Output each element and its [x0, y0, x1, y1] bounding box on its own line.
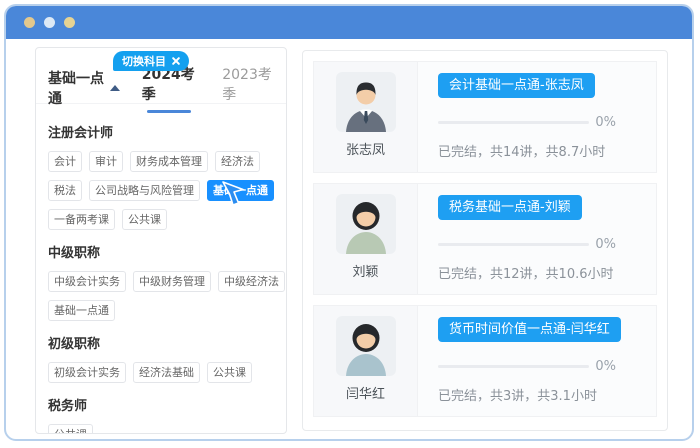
window-dot-icon[interactable] [44, 17, 55, 28]
chip-row: 一备两考课公共课 [48, 209, 274, 230]
course-status: 已完结，共12讲，共10.6小时 [438, 263, 614, 282]
window-dot-icon[interactable] [24, 17, 35, 28]
progress-bar [438, 121, 589, 124]
subject-tag[interactable]: 一备两考课 [48, 209, 115, 230]
exam-section: 注册会计师会计审计财务成本管理经济法税法公司战略与风险管理基础一点通一备两考课公… [48, 122, 274, 230]
course-title-pill[interactable]: 货币时间价值一点通-闫华红 [438, 317, 621, 342]
instructor-name: 张志凤 [346, 139, 385, 158]
subject-tag[interactable]: 公共课 [48, 424, 93, 434]
exam-section: 中级职称中级会计实务中级财务管理中级经济法基础一点通 [48, 242, 274, 321]
instructor-photo [336, 72, 396, 132]
season-tab[interactable]: 2023考季 [222, 64, 274, 113]
subject-dropdown-label: 基础一点通 [48, 68, 105, 108]
progress-row: 0% [438, 237, 616, 252]
progress-label: 0% [595, 359, 616, 374]
subject-tag[interactable]: 经济法基础 [133, 362, 200, 383]
instructor-cell: 刘颖 [314, 184, 418, 294]
chip-row: 初级会计实务经济法基础公共课 [48, 362, 274, 383]
instructor-cell: 闫华红 [314, 306, 418, 416]
subject-tag[interactable]: 基础一点通 [48, 300, 115, 321]
window-dot-icon[interactable] [64, 17, 75, 28]
exam-section: 税务师公共课 [48, 395, 274, 434]
instructor-cell: 张志凤 [314, 62, 418, 172]
course-status: 已完结，共3讲，共3.1小时 [438, 385, 597, 404]
course-info-cell: 货币时间价值一点通-闫华红 0% 已完结，共3讲，共3.1小时 [418, 306, 656, 416]
progress-label: 0% [595, 237, 616, 252]
chip-row: 会计审计财务成本管理经济法 [48, 151, 274, 172]
course-row[interactable]: 刘颖 税务基础一点通-刘颖 0% 已完结，共12讲，共10.6小时 [313, 183, 657, 295]
chip-row: 基础一点通 [48, 300, 274, 321]
course-row[interactable]: 张志凤 会计基础一点通-张志凤 0% 已完结，共14讲，共8.7小时 [313, 61, 657, 173]
course-info-cell: 税务基础一点通-刘颖 0% 已完结，共12讲，共10.6小时 [418, 184, 656, 294]
chip-row: 中级会计实务中级财务管理中级经济法 [48, 271, 274, 292]
course-row[interactable]: 闫华红 货币时间价值一点通-闫华红 0% 已完结，共3讲，共3.1小时 [313, 305, 657, 417]
course-rows: 张志凤 会计基础一点通-张志凤 0% 已完结，共14讲，共8.7小时刘颖 税务基础一点通… [313, 61, 657, 417]
subject-tag[interactable]: 初级会计实务 [48, 362, 126, 383]
section-title: 初级职称 [48, 333, 274, 352]
window-titlebar [6, 6, 692, 39]
subject-tag[interactable]: 中级会计实务 [48, 271, 126, 292]
subject-tag[interactable]: 税法 [48, 180, 82, 201]
caret-up-icon [110, 85, 120, 91]
progress-bar [438, 243, 589, 246]
section-title: 中级职称 [48, 242, 274, 261]
instructor-name: 刘颖 [352, 261, 378, 280]
subject-tag[interactable]: 公共课 [207, 362, 252, 383]
progress-label: 0% [595, 115, 616, 130]
subject-tag[interactable]: 公司战略与风险管理 [89, 180, 200, 201]
switch-subject-badge[interactable]: 切换科目 [113, 51, 189, 71]
course-info-cell: 会计基础一点通-张志凤 0% 已完结，共14讲，共8.7小时 [418, 62, 656, 172]
badge-label: 切换科目 [122, 53, 166, 69]
chip-row: 公共课 [48, 424, 274, 434]
progress-row: 0% [438, 115, 616, 130]
subject-sidebar: 切换科目 基础一点通 2024考季2023考季 注册会计师会计审计财务成本管理经… [35, 47, 287, 434]
section-title: 注册会计师 [48, 122, 274, 141]
instructor-name: 闫华红 [346, 383, 385, 402]
subject-tag[interactable]: 财务成本管理 [130, 151, 208, 172]
progress-bar [438, 365, 589, 368]
subject-tag[interactable]: 中级财务管理 [133, 271, 211, 292]
badge-close-icon[interactable] [172, 57, 180, 65]
subject-tag[interactable]: 经济法 [215, 151, 260, 172]
course-list-panel: 张志凤 会计基础一点通-张志凤 0% 已完结，共14讲，共8.7小时刘颖 税务基础一点通… [302, 50, 668, 431]
course-title-pill[interactable]: 会计基础一点通-张志凤 [438, 73, 595, 98]
subject-tag[interactable]: 公共课 [122, 209, 167, 230]
section-title: 税务师 [48, 395, 274, 414]
subject-tag[interactable]: 中级经济法 [218, 271, 285, 292]
subject-dropdown[interactable]: 基础一点通 [48, 68, 120, 108]
subject-tag[interactable]: 审计 [89, 151, 123, 172]
instructor-photo [336, 316, 396, 376]
screen: 切换科目 基础一点通 2024考季2023考季 注册会计师会计审计财务成本管理经… [0, 0, 700, 448]
course-status: 已完结，共14讲，共8.7小时 [438, 141, 605, 160]
subject-tag[interactable]: 会计 [48, 151, 82, 172]
cursor-arrow-icon [219, 179, 247, 207]
course-title-pill[interactable]: 税务基础一点通-刘颖 [438, 195, 582, 220]
subject-sections: 注册会计师会计审计财务成本管理经济法税法公司战略与风险管理基础一点通一备两考课公… [36, 104, 286, 434]
instructor-photo [336, 194, 396, 254]
app-window: 切换科目 基础一点通 2024考季2023考季 注册会计师会计审计财务成本管理经… [4, 4, 694, 441]
progress-row: 0% [438, 359, 616, 374]
exam-section: 初级职称初级会计实务经济法基础公共课 [48, 333, 274, 383]
